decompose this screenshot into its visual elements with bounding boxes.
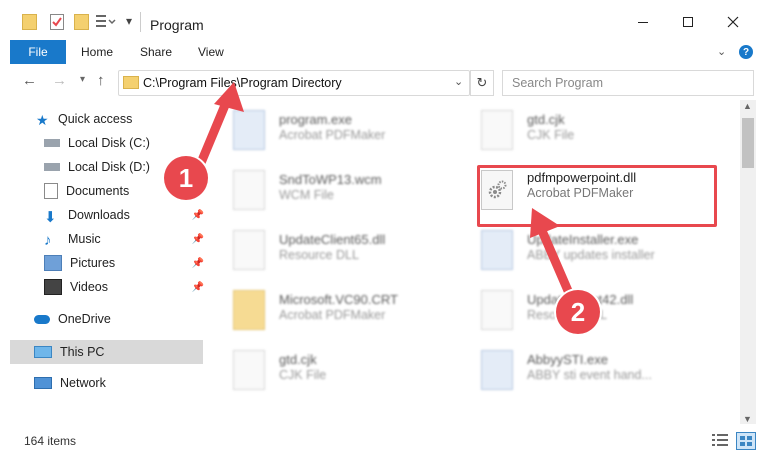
annotation-arrows <box>193 82 577 305</box>
step-badge-2: 2 <box>556 290 600 334</box>
step-badge-1: 1 <box>164 156 208 200</box>
arrow-step-1 <box>193 82 244 175</box>
arrow-step-2 <box>530 208 577 305</box>
